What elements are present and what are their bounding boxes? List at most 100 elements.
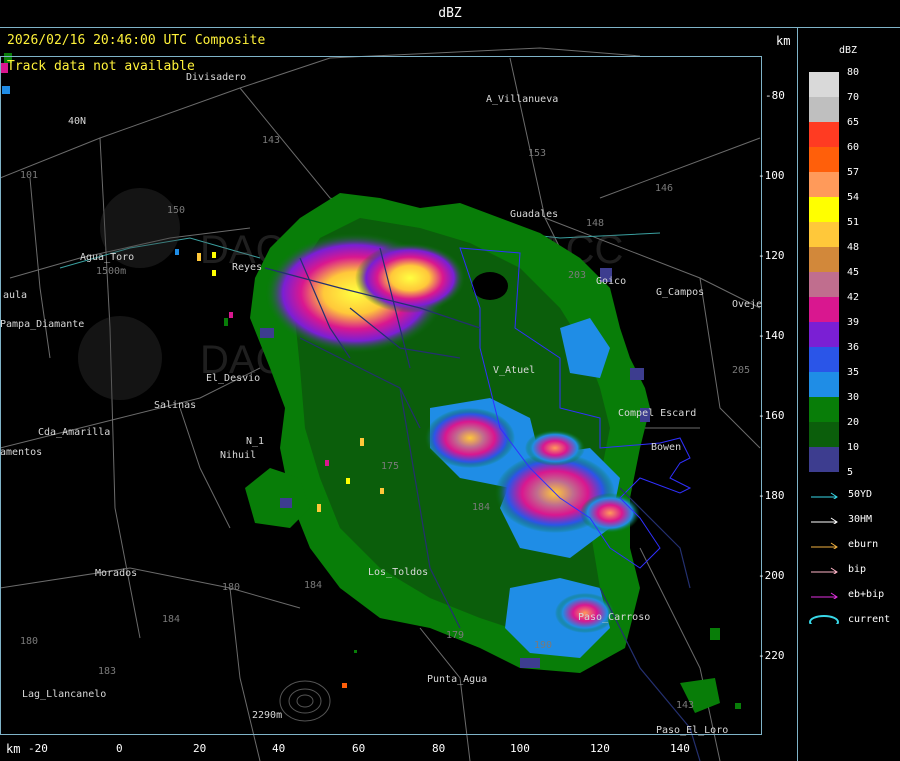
legend-swatch-label: 30 (847, 392, 860, 403)
legend-swatch-label: 54 (847, 192, 860, 203)
place-label: Pampa_Diamante (0, 319, 85, 330)
route-label: 179 (446, 630, 465, 641)
route-label: 143 (262, 135, 281, 146)
y-tick: -140 (758, 329, 785, 342)
legend-swatch-label: 51 (847, 217, 860, 228)
unit-label-top: km (776, 34, 791, 48)
x-tick: 0 (116, 742, 123, 755)
place-label: aula (3, 290, 28, 301)
legend-swatch (809, 222, 839, 247)
legend-swatch (809, 147, 839, 172)
x-tick: -20 (28, 742, 48, 755)
track-legend-label: bip (848, 564, 867, 575)
timestamp: 2026/02/16 20:46:00 UTC Composite (7, 33, 266, 48)
legend-swatch-label: 70 (847, 92, 860, 103)
place-label: 2290m (252, 710, 283, 721)
legend-swatch-label: 80 (847, 67, 860, 78)
legend-swatch (809, 347, 839, 372)
route-label: 150 (167, 205, 186, 216)
track-arrow-icon (811, 592, 838, 599)
route-label: 153 (528, 148, 547, 159)
y-tick: -100 (758, 169, 785, 182)
track-arrow-icon (811, 542, 838, 549)
route-label: 146 (655, 183, 674, 194)
route-label: 184 (162, 614, 181, 625)
legend-swatch (809, 97, 839, 122)
legend-swatch-label: 20 (847, 417, 860, 428)
place-label: 40N (68, 116, 87, 127)
radar-map[interactable]: DACC DACC DACC DACC (0, 28, 798, 761)
place-label: Bowen (651, 442, 682, 453)
legend-swatch (809, 397, 839, 422)
x-tick: 20 (193, 742, 207, 755)
place-label: Reyes (232, 262, 263, 273)
place-label: Cda_Amarilla (38, 427, 111, 438)
place-label: Salinas (154, 400, 197, 411)
legend-title: dBZ (839, 45, 858, 56)
legend-swatch-label: 45 (847, 267, 860, 278)
legend-swatch (809, 422, 839, 447)
legend-swatch-label: 39 (847, 317, 860, 328)
route-label: 101 (20, 170, 39, 181)
legend-swatch-label: 5 (847, 467, 854, 478)
x-tick: 100 (510, 742, 530, 755)
track-legend-label: eburn (848, 539, 879, 550)
legend-swatch (809, 447, 839, 472)
legend-swatch (809, 322, 839, 347)
route-label: 205 (732, 365, 751, 376)
place-label: G_Campos (656, 287, 705, 298)
no-echo-area (472, 272, 508, 300)
unit-label-bottom: km (6, 742, 21, 756)
volcano-contours (279, 680, 331, 722)
x-tick: 80 (432, 742, 446, 755)
route-label: 1500m (96, 266, 127, 277)
legend-swatch (809, 197, 839, 222)
place-label: Nihuil (220, 450, 257, 461)
route-label: 180 (222, 582, 241, 593)
y-tick: -180 (758, 489, 785, 502)
x-tick: 120 (590, 742, 610, 755)
legend-swatch-label: 36 (847, 342, 860, 353)
legend-swatch (809, 372, 839, 397)
track-legend-label: current (848, 614, 891, 625)
route-label: 183 (98, 666, 117, 677)
legend-swatch-label: 35 (847, 367, 860, 378)
place-label: Compel Escard (618, 408, 697, 419)
legend-panel: dBZ 80 70 65 60 57 54 51 48 45 42 39 36 35 30 20 10 5 50… (799, 29, 900, 761)
place-label: Paso_El_Loro (656, 725, 729, 736)
route-label: 184 (304, 580, 323, 591)
track-arrow-icon (811, 517, 838, 524)
x-tick: 140 (670, 742, 690, 755)
x-tick: 60 (352, 742, 366, 755)
route-label: 143 (676, 700, 695, 711)
place-label: A_Villanueva (486, 94, 559, 105)
place-label: Punta_Agua (427, 674, 488, 685)
route-label: 180 (20, 636, 39, 647)
place-label: Lag_Llancanelo (22, 689, 107, 700)
track-status: Track data not available (7, 59, 195, 74)
route-label: 184 (472, 502, 491, 513)
track-legend-label: eb+bip (848, 589, 885, 600)
place-label: Divisadero (186, 72, 247, 83)
legend-swatch (809, 272, 839, 297)
route-label: 148 (586, 218, 605, 229)
y-tick: -120 (758, 249, 785, 262)
y-tick: -80 (765, 89, 785, 102)
legend-swatch (809, 122, 839, 147)
place-label: Goico (596, 276, 627, 287)
route-label: 203 (568, 270, 587, 281)
route-label: 190 (534, 640, 553, 651)
legend-swatch (809, 172, 839, 197)
current-marker-icon (809, 615, 839, 624)
route-label: 175 (381, 461, 400, 472)
y-tick: -160 (758, 409, 785, 422)
place-label: Morados (95, 568, 138, 579)
track-legend-label: 30HM (848, 514, 873, 525)
place-label: Los_Toldos (368, 567, 429, 578)
place-label: N_1 (246, 436, 265, 447)
product-title: dBZ (438, 6, 462, 21)
legend-swatch (809, 247, 839, 272)
place-label: Agua_Toro (80, 252, 135, 263)
legend-swatch-label: 10 (847, 442, 860, 453)
legend-swatch-label: 65 (847, 117, 860, 128)
